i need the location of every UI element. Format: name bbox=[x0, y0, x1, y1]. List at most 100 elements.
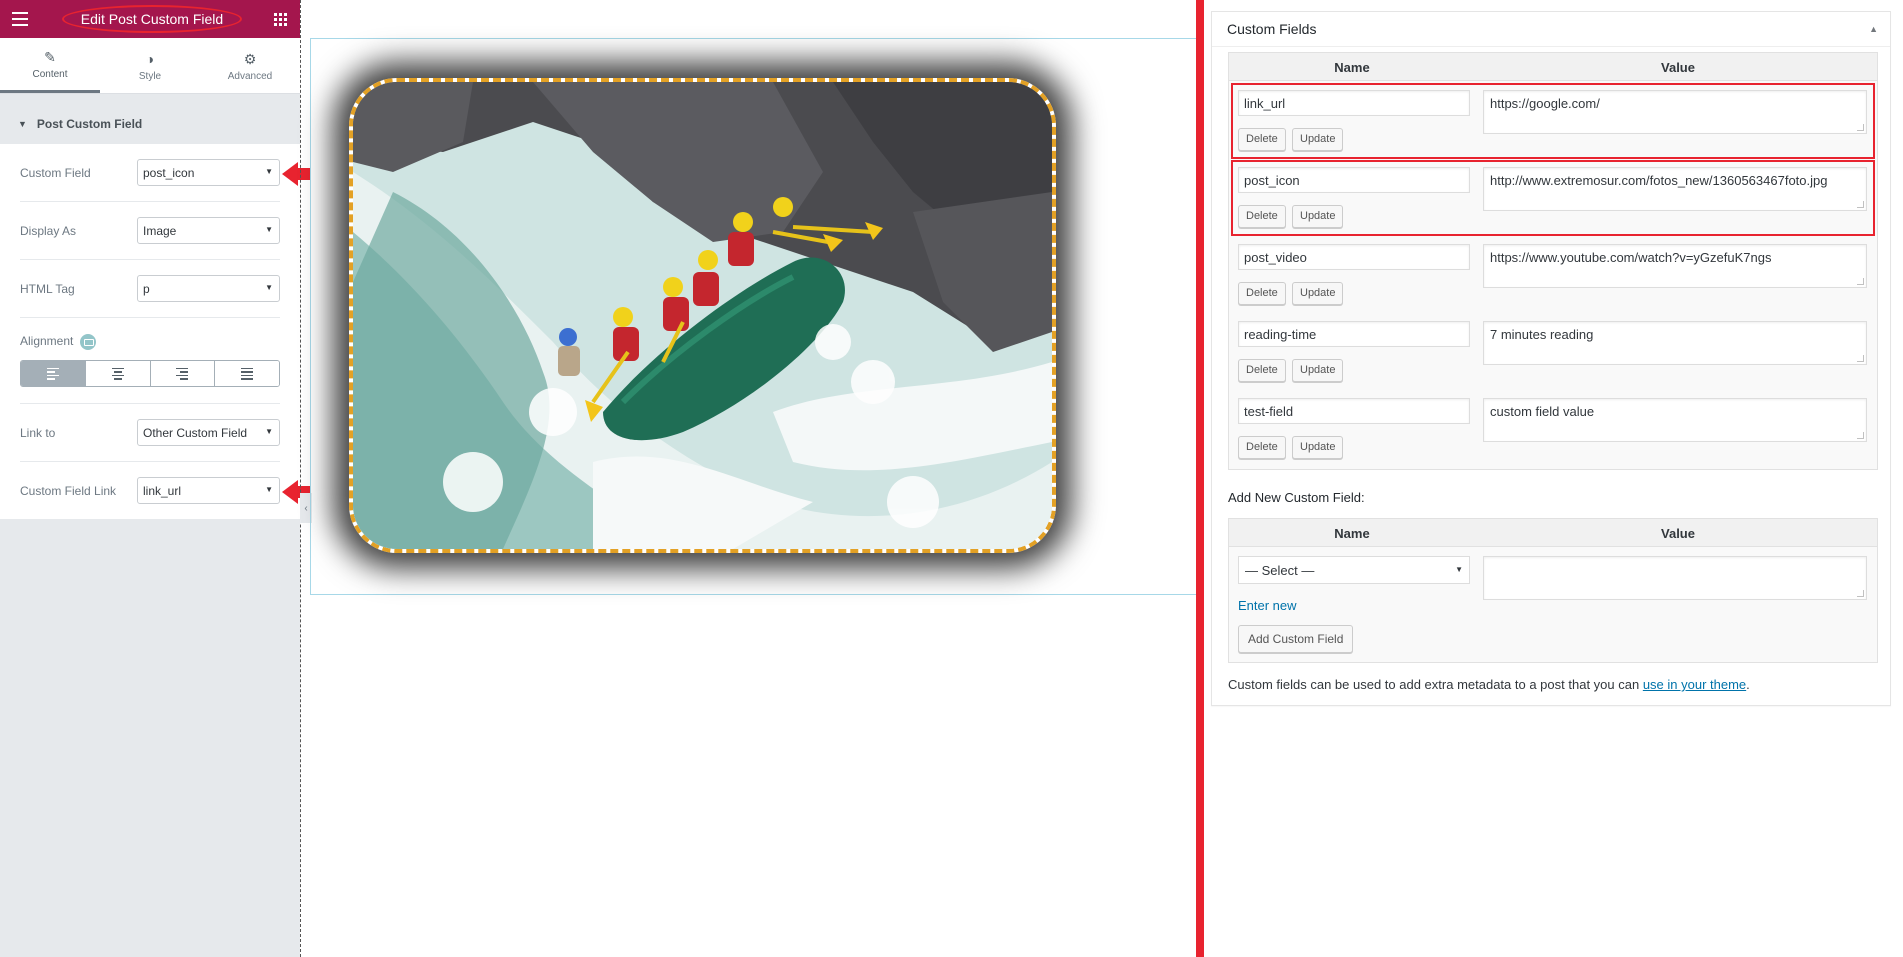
dropdown-arrow-icon: ▼ bbox=[265, 427, 273, 436]
column-header-value: Value bbox=[1661, 60, 1695, 75]
align-left-button[interactable] bbox=[21, 361, 86, 386]
control-label: HTML Tag bbox=[20, 282, 75, 296]
alignment-label: Alignment bbox=[20, 334, 74, 349]
panel-tabs: ✎ Content ◑ Style ⚙ Advanced bbox=[0, 38, 300, 94]
panel-divider bbox=[300, 0, 301, 957]
custom-field-value-textarea[interactable]: 7 minutes reading bbox=[1483, 321, 1867, 365]
custom-field-value-textarea[interactable]: https://www.youtube.com/watch?v=yGzefuK7… bbox=[1483, 244, 1867, 288]
dropdown-arrow-icon: ▼ bbox=[265, 225, 273, 234]
resize-grip-icon[interactable] bbox=[1857, 278, 1864, 285]
annotation-arrow bbox=[282, 480, 310, 504]
annotation-highlight-box bbox=[1231, 160, 1875, 236]
widgets-grid-icon[interactable] bbox=[274, 13, 287, 26]
panel-header: Edit Post Custom Field bbox=[0, 0, 300, 38]
html-tag-select[interactable]: p ▼ bbox=[137, 275, 280, 302]
resize-grip-icon[interactable] bbox=[1857, 432, 1864, 439]
annotation-highlight-box bbox=[1231, 83, 1875, 159]
tab-style[interactable]: ◑ Style bbox=[100, 38, 200, 93]
align-right-icon bbox=[176, 366, 189, 382]
field-value-text: 7 minutes reading bbox=[1490, 327, 1594, 342]
tab-advanced[interactable]: ⚙ Advanced bbox=[200, 38, 300, 93]
custom-field-value-textarea[interactable]: custom field value bbox=[1483, 398, 1867, 442]
control-link-to: Link to Other Custom Field ▼ bbox=[20, 404, 280, 462]
controls-list: Custom Field post_icon ▼ Display As Imag… bbox=[0, 144, 300, 519]
table-row: test-field custom field value Delete Upd… bbox=[1229, 390, 1877, 467]
display-as-select[interactable]: Image ▼ bbox=[137, 217, 280, 244]
update-button[interactable]: Update bbox=[1292, 359, 1344, 382]
table-header: Name Value bbox=[1229, 519, 1877, 547]
table-row: reading-time 7 minutes reading Delete Up… bbox=[1229, 313, 1877, 390]
link-to-select[interactable]: Other Custom Field ▼ bbox=[137, 419, 280, 446]
field-value-text: https://www.youtube.com/watch?v=yGzefuK7… bbox=[1490, 250, 1772, 265]
help-text: Custom fields can be used to add extra m… bbox=[1228, 677, 1640, 692]
pencil-icon: ✎ bbox=[44, 49, 56, 65]
caret-down-icon: ▼ bbox=[18, 119, 27, 129]
tab-label: Style bbox=[138, 70, 162, 82]
control-label: Custom Field bbox=[20, 166, 91, 180]
elementor-panel: Edit Post Custom Field ✎ Content ◑ Style… bbox=[0, 0, 300, 957]
add-new-title: Add New Custom Field: bbox=[1228, 490, 1365, 505]
menu-icon[interactable] bbox=[12, 12, 28, 26]
custom-field-name-input[interactable]: reading-time bbox=[1238, 321, 1470, 347]
rafting-photo-illustration bbox=[353, 82, 1052, 549]
section-toggle[interactable]: ▼ Post Custom Field bbox=[0, 108, 300, 140]
control-label: Alignment bbox=[20, 334, 97, 350]
panel-title-highlight: Edit Post Custom Field bbox=[62, 5, 242, 33]
control-alignment: Alignment bbox=[20, 318, 280, 404]
update-button[interactable]: Update bbox=[1292, 282, 1344, 305]
add-new-table: Name Value — Select — ▼ Enter new Add Cu… bbox=[1228, 518, 1878, 663]
dropdown-arrow-icon: ▼ bbox=[265, 167, 273, 176]
control-display-as: Display As Image ▼ bbox=[20, 202, 280, 260]
column-header-name: Name bbox=[1334, 526, 1370, 541]
annotation-arrow bbox=[282, 162, 310, 186]
select-value: post_icon bbox=[143, 166, 195, 180]
use-in-theme-link[interactable]: use in your theme bbox=[1643, 677, 1746, 692]
alignment-group bbox=[20, 360, 280, 387]
new-field-value-textarea[interactable] bbox=[1483, 556, 1867, 600]
enter-new-link[interactable]: Enter new bbox=[1238, 598, 1297, 613]
select-value: p bbox=[143, 282, 150, 296]
new-field-name-select[interactable]: — Select — ▼ bbox=[1238, 556, 1470, 584]
select-value: link_url bbox=[143, 484, 182, 498]
custom-field-select[interactable]: post_icon ▼ bbox=[137, 159, 280, 186]
gear-icon: ⚙ bbox=[243, 50, 257, 67]
column-header-value: Value bbox=[1661, 526, 1695, 541]
table-header: Name Value bbox=[1229, 53, 1877, 81]
tab-label: Content bbox=[32, 69, 68, 80]
delete-button[interactable]: Delete bbox=[1238, 282, 1286, 305]
rafting-image[interactable] bbox=[349, 78, 1056, 553]
custom-fields-metabox: Custom Fields ▲ Name Value link_url http… bbox=[1211, 11, 1891, 706]
align-left-icon bbox=[46, 366, 59, 382]
half-circle-icon: ◑ bbox=[145, 50, 155, 67]
control-html-tag: HTML Tag p ▼ bbox=[20, 260, 280, 318]
dropdown-arrow-icon: ▼ bbox=[265, 485, 273, 494]
custom-field-name-input[interactable]: post_video bbox=[1238, 244, 1470, 270]
custom-field-name-input[interactable]: test-field bbox=[1238, 398, 1470, 424]
annotation-divider-bar bbox=[1196, 0, 1204, 957]
dropdown-arrow-icon: ▼ bbox=[1455, 565, 1463, 574]
delete-button[interactable]: Delete bbox=[1238, 436, 1286, 459]
help-text-end: . bbox=[1746, 677, 1750, 692]
add-custom-field-button[interactable]: Add Custom Field bbox=[1238, 625, 1354, 653]
select-value: — Select — bbox=[1245, 563, 1315, 578]
delete-button[interactable]: Delete bbox=[1238, 359, 1286, 382]
align-center-button[interactable] bbox=[85, 361, 151, 386]
update-button[interactable]: Update bbox=[1292, 436, 1344, 459]
metabox-title: Custom Fields bbox=[1227, 21, 1317, 37]
select-value: Image bbox=[143, 224, 177, 238]
resize-grip-icon[interactable] bbox=[1857, 590, 1864, 597]
responsive-icon[interactable] bbox=[80, 334, 97, 350]
collapse-arrow-icon[interactable]: ▲ bbox=[1869, 24, 1878, 34]
control-custom-field: Custom Field post_icon ▼ bbox=[20, 144, 280, 202]
resize-grip-icon[interactable] bbox=[1857, 355, 1864, 362]
section-title: Post Custom Field bbox=[36, 117, 143, 131]
table-row: post_video https://www.youtube.com/watch… bbox=[1229, 236, 1877, 313]
align-center-icon bbox=[111, 366, 124, 382]
field-value-text: custom field value bbox=[1490, 404, 1595, 419]
custom-field-link-select[interactable]: link_url ▼ bbox=[137, 477, 280, 504]
align-justify-button[interactable] bbox=[215, 361, 279, 386]
custom-fields-help-text: Custom fields can be used to add extra m… bbox=[1228, 677, 1750, 692]
align-right-button[interactable] bbox=[150, 361, 216, 386]
control-label: Custom Field Link bbox=[20, 484, 117, 498]
tab-content[interactable]: ✎ Content bbox=[0, 38, 100, 93]
